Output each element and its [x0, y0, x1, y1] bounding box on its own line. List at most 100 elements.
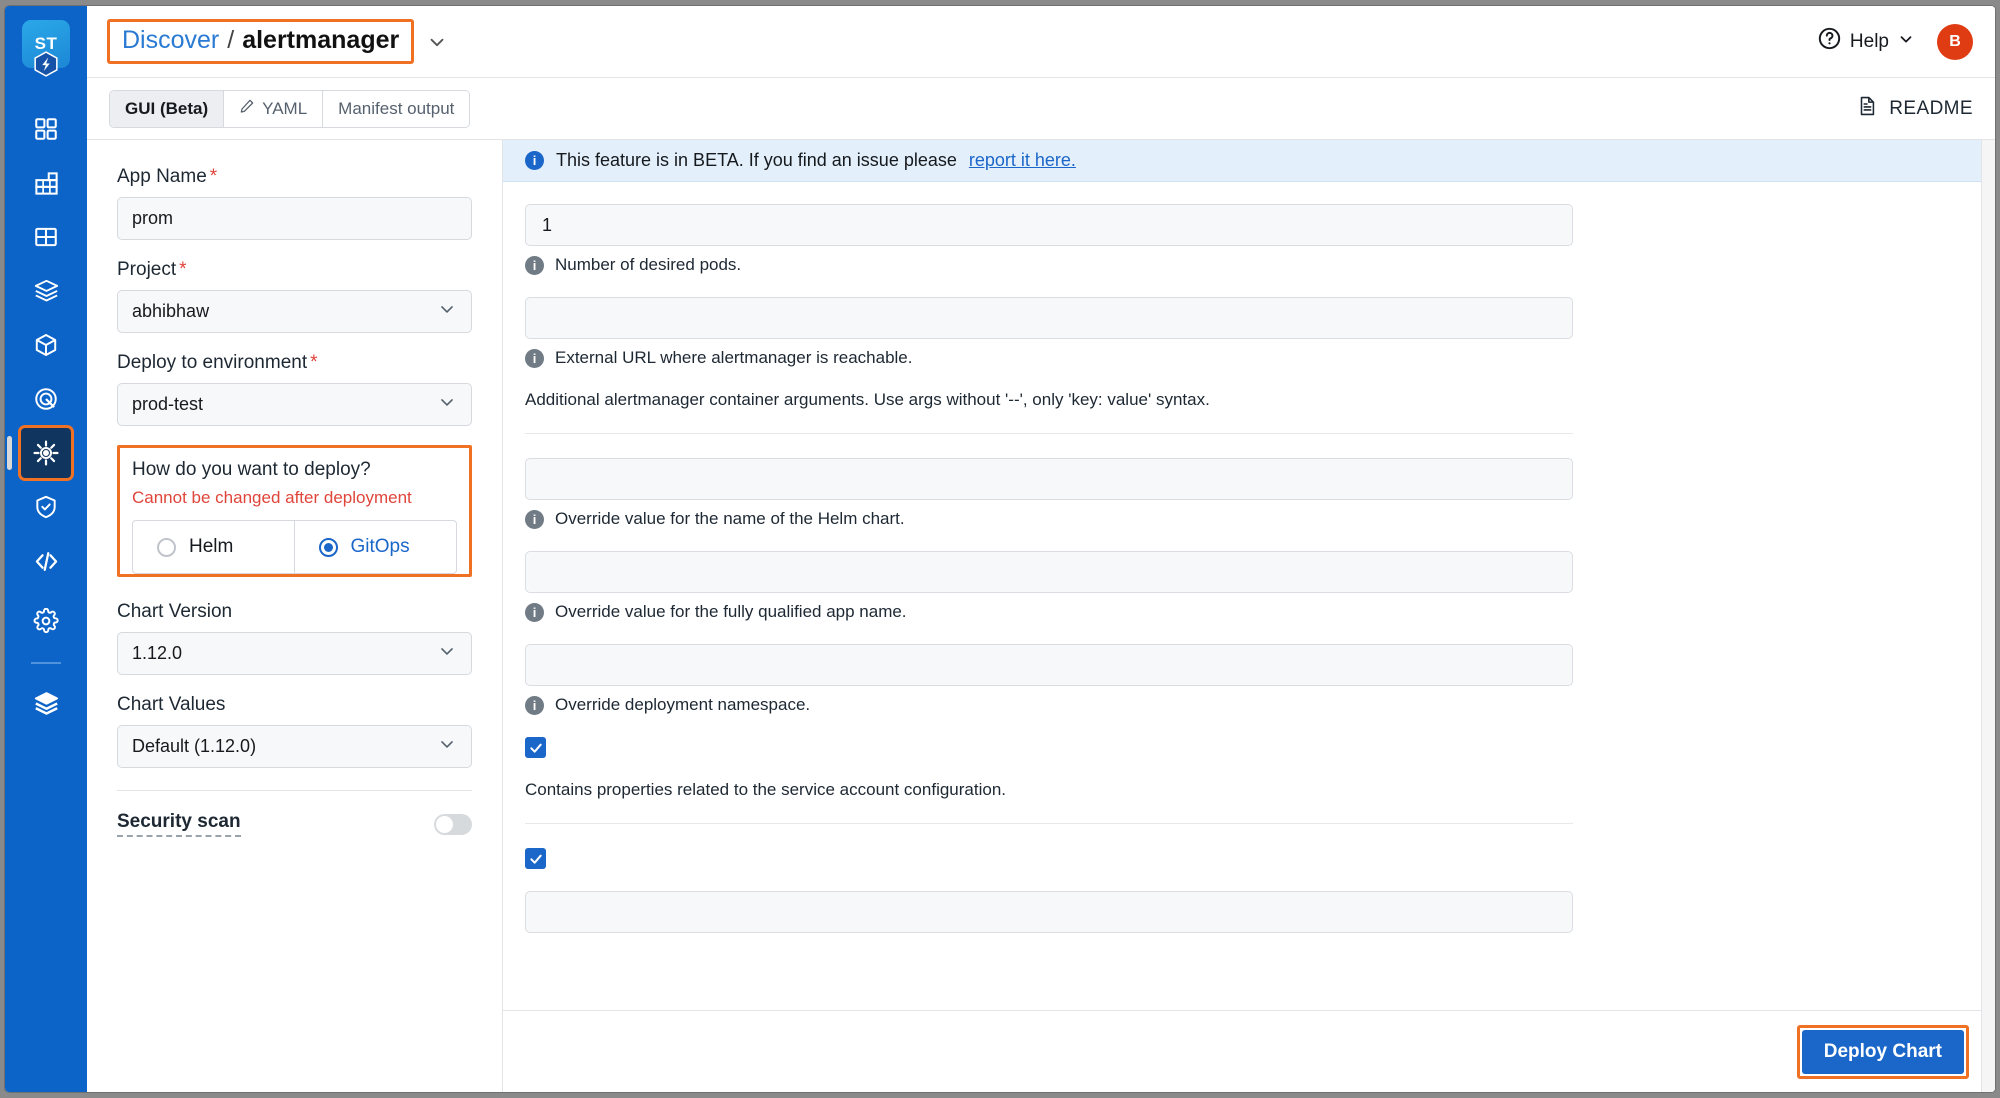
- replica-count-input[interactable]: 1: [525, 204, 1573, 246]
- deploy-chart-highlight: Deploy Chart: [1796, 1024, 1969, 1079]
- trailing-config-input[interactable]: [525, 891, 1573, 933]
- namespace-override-input[interactable]: [525, 644, 1573, 686]
- environment-select[interactable]: prod-test: [117, 383, 472, 426]
- chart-values-select[interactable]: Default (1.12.0): [117, 725, 472, 768]
- second-option-checkbox[interactable]: [525, 848, 546, 869]
- field-environment: Deploy to environment * prod-test: [117, 352, 472, 426]
- sidebar-item-environments[interactable]: [21, 678, 71, 728]
- external-url-help-text: External URL where alertmanager is reach…: [555, 348, 913, 367]
- fullname-override-input[interactable]: [525, 551, 1573, 593]
- security-scan-toggle[interactable]: [434, 813, 472, 835]
- main-area: Discover / alertmanager Help B GUI (Beta…: [87, 6, 1995, 1092]
- chevron-down-icon: [437, 299, 457, 324]
- layers-box-icon: [33, 278, 60, 305]
- deploy-mode-question: How do you want to deploy?: [132, 459, 371, 480]
- info-icon: i: [525, 509, 544, 529]
- config-scroll-area[interactable]: 1 i Number of desired pods. i External U…: [503, 182, 1995, 1010]
- radio-helm-label: Helm: [189, 536, 234, 557]
- namespace-override-help-text: Override deployment namespace.: [555, 695, 811, 714]
- project-select[interactable]: abhibhaw: [117, 290, 472, 333]
- logo-badge-icon: [33, 51, 59, 77]
- deploy-mode-group: How do you want to deploy? Cannot be cha…: [117, 445, 472, 577]
- top-header: Discover / alertmanager Help B: [87, 6, 1995, 78]
- required-marker: *: [310, 352, 318, 373]
- left-nav-rail: ST: [5, 6, 87, 1092]
- environment-label-text: Deploy to environment: [117, 352, 308, 373]
- info-icon: i: [525, 348, 544, 368]
- help-circle-icon: [1817, 26, 1842, 57]
- deploy-chart-button[interactable]: Deploy Chart: [1801, 1029, 1964, 1074]
- help-menu[interactable]: Help: [1817, 26, 1915, 57]
- radio-option-helm[interactable]: Helm: [133, 521, 295, 573]
- tab-gui-beta[interactable]: GUI (Beta): [110, 90, 225, 127]
- field-app-name: App Name * prom: [117, 166, 472, 240]
- breadcrumb[interactable]: Discover / alertmanager: [107, 19, 415, 64]
- sidebar-item-settings[interactable]: [21, 596, 71, 646]
- environment-value: prod-test: [132, 394, 204, 414]
- radio-option-gitops[interactable]: GitOps: [295, 521, 457, 573]
- required-marker: *: [209, 166, 218, 187]
- external-url-input[interactable]: [525, 297, 1573, 339]
- chevron-down-icon: [437, 734, 457, 759]
- beta-banner: i This feature is in BETA. If you find a…: [503, 140, 1995, 182]
- vertical-scrollbar[interactable]: [1981, 140, 1995, 1092]
- sidebar-item-deploy[interactable]: [7, 425, 74, 481]
- breadcrumb-current: alertmanager: [242, 26, 400, 54]
- avatar[interactable]: B: [1937, 23, 1973, 60]
- sidebar-item-stacks[interactable]: [21, 266, 71, 316]
- body-split: App Name * prom Project * abhibhaw Deplo…: [87, 140, 1995, 1092]
- radio-gitops-label: GitOps: [350, 536, 410, 557]
- sidebar-item-targets[interactable]: [21, 374, 71, 424]
- tab-manifest-output-label: Manifest output: [338, 98, 455, 118]
- help-label: Help: [1849, 30, 1889, 52]
- app-name-label-text: App Name: [117, 166, 207, 187]
- helm-wheel-icon: [32, 439, 60, 467]
- tab-gui-beta-label: GUI (Beta): [125, 98, 209, 118]
- sidebar-item-security[interactable]: [21, 482, 71, 532]
- chevron-down-icon[interactable]: [426, 31, 448, 53]
- report-issue-link[interactable]: report it here.: [969, 150, 1076, 171]
- name-override-help: i Override value for the name of the Hel…: [525, 509, 1585, 529]
- info-icon: i: [525, 255, 544, 275]
- beta-banner-text: This feature is in BETA. If you find an …: [556, 150, 957, 170]
- cube-icon: [33, 332, 59, 358]
- name-override-input[interactable]: [525, 458, 1573, 500]
- stack-layers-icon: [33, 690, 60, 717]
- sidebar-item-applications[interactable]: [21, 158, 71, 208]
- view-tabbar: GUI (Beta) YAML Manifest output README: [87, 78, 1995, 140]
- name-override-help-text: Override value for the name of the Helm …: [555, 509, 905, 528]
- pencil-icon: [239, 98, 255, 119]
- check-icon: [528, 740, 544, 756]
- app-name-label: App Name *: [117, 166, 472, 188]
- config-divider: [525, 433, 1573, 434]
- sidebar-item-clusters[interactable]: [21, 212, 71, 262]
- field-chart-values: Chart Values Default (1.12.0): [117, 694, 472, 768]
- chart-version-value: 1.12.0: [132, 643, 183, 663]
- chart-version-select[interactable]: 1.12.0: [117, 632, 472, 675]
- chart-version-label: Chart Version: [117, 601, 233, 622]
- app-name-input[interactable]: prom: [117, 197, 472, 240]
- fullname-override-help: i Override value for the fully qualified…: [525, 602, 1585, 622]
- namespace-override-help: i Override deployment namespace.: [525, 695, 1585, 715]
- service-account-checkbox[interactable]: [525, 737, 546, 758]
- avatar-initial: B: [1949, 32, 1961, 50]
- sidebar-item-dashboard[interactable]: [21, 104, 71, 154]
- tab-yaml[interactable]: YAML: [224, 90, 324, 127]
- tab-manifest-output[interactable]: Manifest output: [323, 90, 470, 127]
- readme-button[interactable]: README: [1856, 95, 1973, 123]
- sidebar-item-code[interactable]: [21, 536, 71, 586]
- tab-yaml-label: YAML: [262, 98, 308, 118]
- extra-args-description: Additional alertmanager container argume…: [525, 390, 1210, 409]
- check-icon: [528, 851, 544, 867]
- footer-actions: Deploy Chart: [503, 1010, 1995, 1092]
- chevron-down-icon: [437, 641, 457, 666]
- replica-count-help-text: Number of desired pods.: [555, 255, 742, 274]
- app-logo[interactable]: ST: [22, 20, 70, 77]
- radio-helm-icon: [157, 537, 176, 557]
- header-actions: Help B: [1817, 23, 1973, 60]
- rail-divider: [31, 662, 61, 664]
- required-marker: *: [179, 259, 187, 280]
- breadcrumb-root-link[interactable]: Discover: [122, 26, 219, 55]
- sidebar-item-packages[interactable]: [21, 320, 71, 370]
- app-name-value: prom: [132, 208, 174, 228]
